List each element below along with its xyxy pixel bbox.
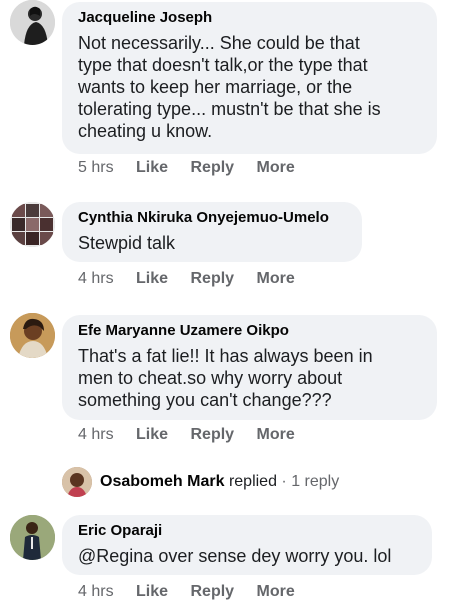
comment-bubble: Cynthia Nkiruka Onyejemuo-Umelo Stewpid …	[62, 202, 362, 262]
comment-text: That's a fat lie!! It has always been in…	[78, 346, 373, 410]
reply-count[interactable]: 1 reply	[291, 473, 339, 490]
more-button[interactable]: More	[257, 158, 295, 178]
comment-text: @Regina over sense dey worry you. lol	[78, 546, 392, 566]
comment-bubble: Jacqueline Joseph Not necessarily... She…	[62, 2, 437, 154]
reply-author[interactable]: Osabomeh Mark	[100, 473, 224, 490]
comment-bubble: Eric Oparaji @Regina over sense dey worr…	[62, 515, 432, 575]
profile-photo-icon	[62, 467, 92, 497]
comment-timestamp[interactable]: 4 hrs	[78, 582, 114, 602]
comment-text: Stewpid talk	[78, 233, 176, 253]
like-button[interactable]: Like	[136, 158, 168, 178]
reply-button[interactable]: Reply	[191, 582, 235, 602]
profile-photo-icon	[10, 202, 55, 247]
comment-author[interactable]: Eric Oparaji	[78, 521, 416, 541]
replied-label: replied	[228, 473, 277, 490]
profile-photo-icon	[10, 0, 55, 45]
comment-author[interactable]: Cynthia Nkiruka Onyejemuo-Umelo	[78, 208, 346, 228]
comment-bubble: Efe Maryanne Uzamere Oikpo That's a fat …	[62, 315, 437, 420]
profile-photo-icon	[10, 313, 55, 358]
comment-author[interactable]: Jacqueline Joseph	[78, 8, 421, 28]
comment-timestamp[interactable]: 5 hrs	[78, 158, 114, 178]
comment-timestamp[interactable]: 4 hrs	[78, 269, 114, 289]
avatar-jacqueline[interactable]	[10, 0, 55, 45]
comment-actions: 4 hrs Like Reply More	[78, 582, 313, 602]
avatar-osabomeh[interactable]	[62, 467, 92, 497]
reply-button[interactable]: Reply	[191, 425, 235, 445]
more-button[interactable]: More	[257, 269, 295, 289]
more-button[interactable]: More	[257, 425, 295, 445]
comment-text: Not necessarily... She could be that typ…	[78, 33, 381, 141]
more-button[interactable]: More	[257, 582, 295, 602]
reply-separator: ·	[276, 473, 292, 490]
reply-button[interactable]: Reply	[191, 158, 235, 178]
comment-actions: 4 hrs Like Reply More	[78, 425, 313, 445]
avatar-efe[interactable]	[10, 313, 55, 358]
comment-actions: 5 hrs Like Reply More	[78, 158, 313, 178]
comment-actions: 4 hrs Like Reply More	[78, 269, 313, 289]
like-button[interactable]: Like	[136, 425, 168, 445]
comment-author[interactable]: Efe Maryanne Uzamere Oikpo	[78, 321, 421, 341]
comment-timestamp[interactable]: 4 hrs	[78, 425, 114, 445]
reply-button[interactable]: Reply	[191, 269, 235, 289]
avatar-eric[interactable]	[10, 515, 55, 560]
avatar-cynthia[interactable]	[10, 202, 55, 247]
like-button[interactable]: Like	[136, 582, 168, 602]
view-replies-link[interactable]: Osabomeh Mark replied · 1 reply	[100, 467, 339, 497]
profile-photo-icon	[10, 515, 55, 560]
like-button[interactable]: Like	[136, 269, 168, 289]
